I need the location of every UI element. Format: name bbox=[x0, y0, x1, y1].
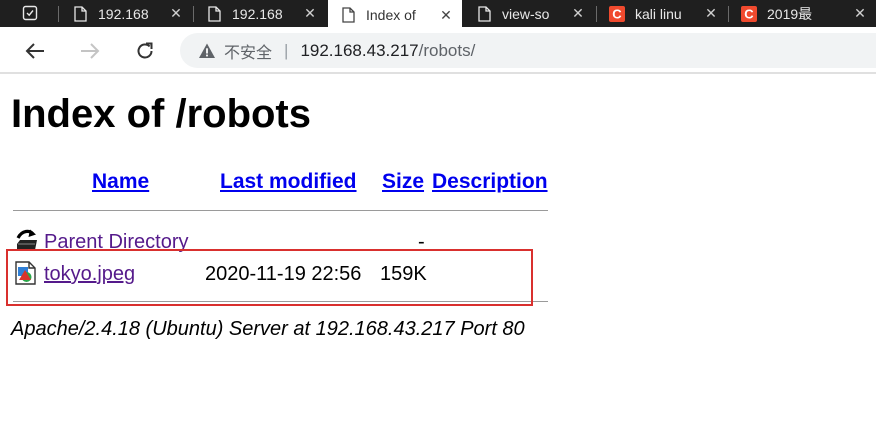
annotation-highlight-box bbox=[6, 249, 533, 306]
csdn-c-icon: C bbox=[609, 5, 625, 22]
url-divider: | bbox=[284, 40, 289, 60]
close-tab-icon[interactable]: ✕ bbox=[570, 5, 586, 22]
header-divider bbox=[13, 210, 548, 211]
tab-title: Index of bbox=[366, 7, 416, 23]
tab-active[interactable]: Index of ✕ bbox=[328, 0, 462, 27]
column-header-description[interactable]: Description bbox=[432, 170, 548, 194]
page-title: Index of /robots bbox=[11, 92, 311, 136]
close-tab-icon[interactable]: ✕ bbox=[302, 5, 318, 22]
tab-actions-icon bbox=[22, 5, 38, 21]
browser-toolbar: 不安全 | 192.168.43.217/robots/ bbox=[0, 27, 876, 74]
close-tab-icon[interactable]: ✕ bbox=[703, 5, 719, 22]
tab-title: 2019最 bbox=[767, 5, 813, 22]
tab-2[interactable]: 192.168 ✕ bbox=[194, 0, 326, 27]
tab-title: kali linu bbox=[635, 5, 682, 22]
document-icon bbox=[72, 5, 88, 22]
warning-icon[interactable] bbox=[198, 42, 216, 60]
tab-title: view-so bbox=[502, 5, 550, 22]
column-header-name[interactable]: Name bbox=[92, 170, 149, 194]
tab-strip: 192.168 ✕ 192.168 ✕ Index of ✕ view-so ✕… bbox=[0, 0, 876, 27]
server-signature: Apache/2.4.18 (Ubuntu) Server at 192.168… bbox=[11, 318, 525, 340]
forward-button[interactable] bbox=[75, 36, 105, 66]
csdn-c-icon: C bbox=[741, 5, 757, 22]
tab-title: 192.168 bbox=[98, 5, 149, 22]
close-tab-icon[interactable]: ✕ bbox=[852, 5, 868, 22]
not-secure-label[interactable]: 不安全 bbox=[224, 39, 272, 63]
tab-5[interactable]: C kali linu ✕ bbox=[597, 0, 727, 27]
address-bar[interactable]: 不安全 | 192.168.43.217/robots/ bbox=[180, 33, 876, 68]
reload-icon bbox=[137, 42, 153, 59]
document-icon bbox=[476, 5, 492, 22]
forward-arrow-icon bbox=[81, 43, 100, 59]
back-arrow-icon bbox=[25, 43, 44, 59]
close-tab-icon[interactable]: ✕ bbox=[168, 5, 184, 22]
document-icon bbox=[206, 5, 222, 22]
svg-text:C: C bbox=[612, 6, 622, 21]
tab-4[interactable]: view-so ✕ bbox=[464, 0, 594, 27]
url-path: /robots/ bbox=[418, 40, 476, 60]
page-content: Index of /robots Name Last modified Size… bbox=[0, 76, 876, 430]
document-icon bbox=[340, 7, 356, 23]
svg-text:C: C bbox=[744, 6, 754, 21]
column-header-last-modified[interactable]: Last modified bbox=[220, 170, 357, 194]
back-button[interactable] bbox=[20, 36, 50, 66]
tab-6[interactable]: C 2019最 ✕ bbox=[729, 0, 876, 27]
tab-actions-button[interactable] bbox=[20, 3, 40, 23]
url-host: 192.168.43.217 bbox=[300, 40, 419, 60]
close-tab-icon[interactable]: ✕ bbox=[438, 7, 454, 24]
reload-button[interactable] bbox=[130, 36, 160, 66]
tab-title: 192.168 bbox=[232, 5, 283, 22]
column-header-size[interactable]: Size bbox=[382, 170, 424, 194]
tab-1[interactable]: 192.168 ✕ bbox=[60, 0, 192, 27]
